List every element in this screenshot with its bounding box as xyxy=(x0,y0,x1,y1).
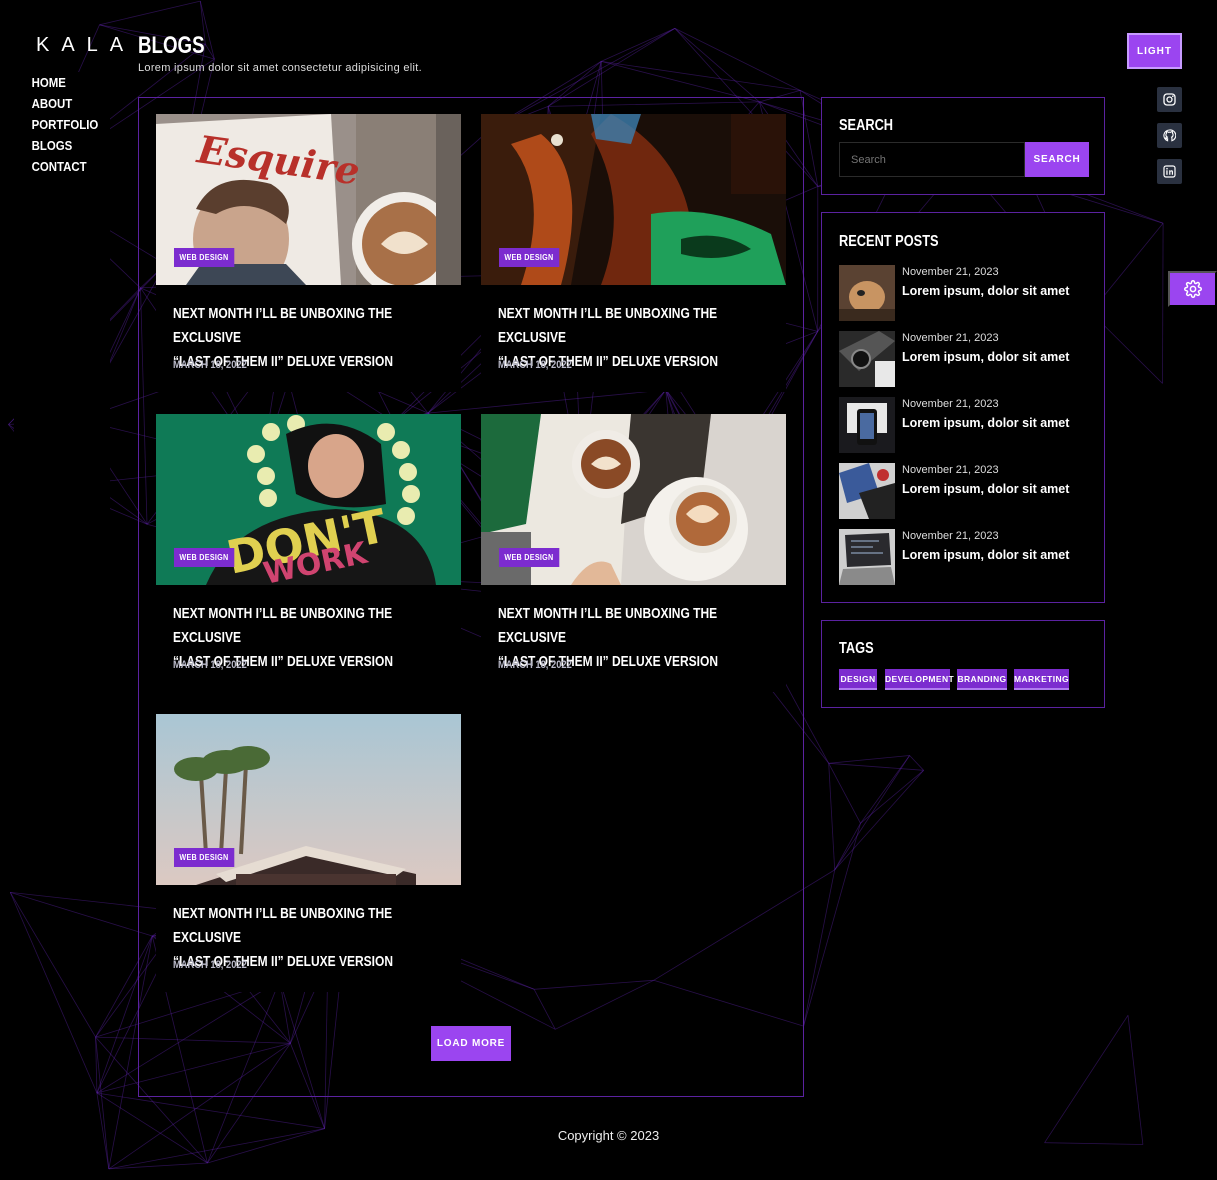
tag-marketing[interactable]: MARKETING xyxy=(1014,669,1069,690)
recent-post-date: November 21, 2023 xyxy=(902,332,999,344)
main-nav: HOME ABOUT PORTFOLIO BLOGS CONTACT xyxy=(14,72,110,840)
laptop-phone-photo[interactable] xyxy=(839,397,895,453)
blog-card[interactable]: Esquire WEB DESIGN NEXT MONTH I’LL BE UN… xyxy=(156,114,461,392)
nav-item-home[interactable]: HOME xyxy=(14,72,98,93)
github-icon[interactable] xyxy=(1157,123,1182,148)
dog-photo[interactable] xyxy=(839,265,895,321)
laptop-code-photo[interactable] xyxy=(839,529,895,585)
search-button[interactable]: SEARCH xyxy=(1025,142,1089,177)
nav-item-contact[interactable]: CONTACT xyxy=(14,156,98,177)
post-date: MARCH 18, 2022 xyxy=(173,359,247,371)
search-input[interactable] xyxy=(839,142,1025,177)
post-date: MARCH 18, 2022 xyxy=(173,659,247,671)
post-date: MARCH 18, 2022 xyxy=(498,359,572,371)
category-badge[interactable]: WEB DESIGN xyxy=(174,848,234,867)
workspace-photo[interactable] xyxy=(839,463,895,519)
recent-post-item[interactable]: November 21, 2023 Lorem ipsum, dolor sit… xyxy=(839,463,1089,519)
instagram-icon[interactable] xyxy=(1157,87,1182,112)
blog-card[interactable]: WEB DESIGN NEXT MONTH I’LL BE UNBOXING T… xyxy=(481,414,786,692)
nav-item-about[interactable]: ABOUT xyxy=(14,93,98,114)
search-widget-title: SEARCH xyxy=(839,117,894,134)
recent-post-date: November 21, 2023 xyxy=(902,398,999,410)
recent-post-date: November 21, 2023 xyxy=(902,530,999,542)
recent-post-date: November 21, 2023 xyxy=(902,266,999,278)
recent-post-title[interactable]: Lorem ipsum, dolor sit amet xyxy=(902,548,1069,562)
blog-card[interactable]: WEB DESIGN NEXT MONTH I’LL BE UNBOXING T… xyxy=(481,114,786,392)
footer-copyright: Copyright © 2023 xyxy=(557,1128,660,1143)
recent-post-date: November 21, 2023 xyxy=(902,464,999,476)
blog-card[interactable]: WEB DESIGN NEXT MONTH I’LL BE UNBOXING T… xyxy=(156,714,461,992)
theme-toggle-button[interactable]: LIGHT xyxy=(1127,33,1182,69)
recent-post-title[interactable]: Lorem ipsum, dolor sit amet xyxy=(902,284,1069,298)
nav-item-portfolio[interactable]: PORTFOLIO xyxy=(14,114,99,135)
post-date: MARCH 18, 2022 xyxy=(498,659,572,671)
search-widget: SEARCH SEARCH xyxy=(821,97,1105,195)
tag-design[interactable]: DESIGN xyxy=(839,669,877,690)
recent-post-item[interactable]: November 21, 2023 Lorem ipsum, dolor sit… xyxy=(839,529,1089,585)
recent-posts-widget: RECENT POSTS November 21, 2023 Lorem ips… xyxy=(821,212,1105,603)
recent-post-item[interactable]: November 21, 2023 Lorem ipsum, dolor sit… xyxy=(839,331,1089,387)
category-badge[interactable]: WEB DESIGN xyxy=(174,548,234,567)
recent-posts-title: RECENT POSTS xyxy=(839,233,939,250)
tags-widget: TAGS DESIGN DEVELOPMENT BRANDING MARKETI… xyxy=(821,620,1105,708)
recent-post-item[interactable]: November 21, 2023 Lorem ipsum, dolor sit… xyxy=(839,397,1089,453)
blog-card[interactable]: DON'T WORK WEB DESIGN NEXT MONTH I’LL BE… xyxy=(156,414,461,692)
linkedin-icon[interactable] xyxy=(1157,159,1182,184)
settings-gear-button[interactable] xyxy=(1168,271,1217,307)
nav-item-blogs[interactable]: BLOGS xyxy=(14,135,98,156)
site-logo: KALA xyxy=(36,34,136,56)
category-badge[interactable]: WEB DESIGN xyxy=(499,248,559,267)
post-date: MARCH 18, 2022 xyxy=(173,959,247,971)
recent-post-title[interactable]: Lorem ipsum, dolor sit amet xyxy=(902,350,1069,364)
category-badge[interactable]: WEB DESIGN xyxy=(174,248,234,267)
tags-title: TAGS xyxy=(839,640,874,657)
recent-post-title[interactable]: Lorem ipsum, dolor sit amet xyxy=(902,482,1069,496)
page-title: BLOGS xyxy=(138,32,205,59)
camera-gear-photo[interactable] xyxy=(839,331,895,387)
category-badge[interactable]: WEB DESIGN xyxy=(499,548,559,567)
tag-development[interactable]: DEVELOPMENT xyxy=(885,669,954,690)
load-more-button[interactable]: LOAD MORE xyxy=(431,1026,511,1061)
page-subtitle: Lorem ipsum dolor sit amet consectetur a… xyxy=(138,62,422,74)
gear-icon xyxy=(1183,280,1202,298)
recent-post-item[interactable]: November 21, 2023 Lorem ipsum, dolor sit… xyxy=(839,265,1089,321)
tag-branding[interactable]: BRANDING xyxy=(957,669,1007,690)
recent-post-title[interactable]: Lorem ipsum, dolor sit amet xyxy=(902,416,1069,430)
